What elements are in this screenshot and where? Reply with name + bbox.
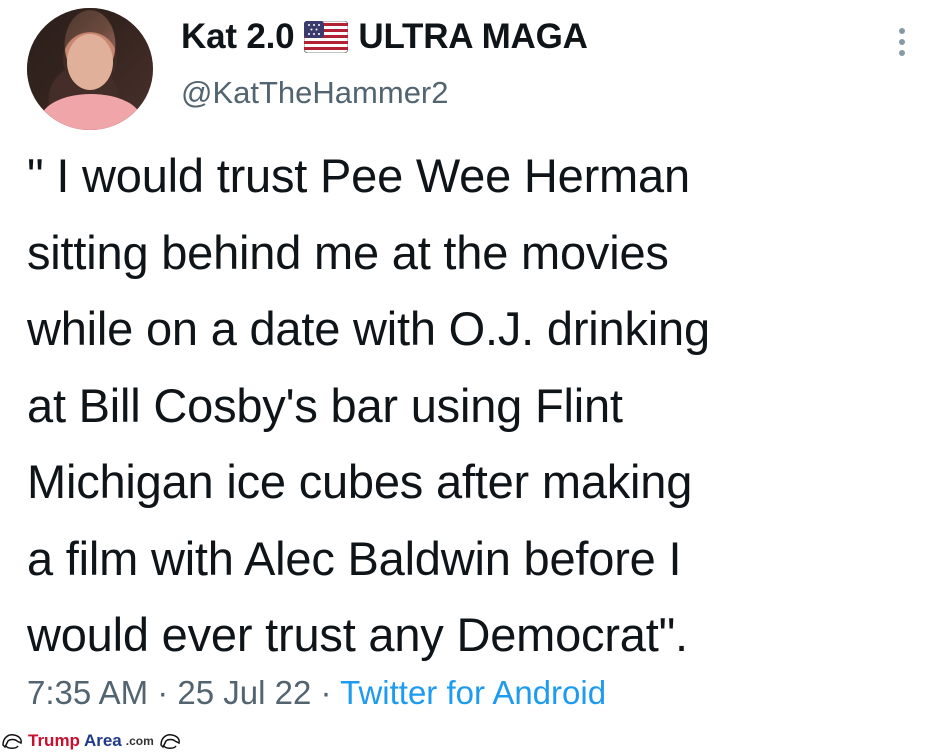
tweet-meta: 7:35 AM · 25 Jul 22 · Twitter for Androi… bbox=[27, 674, 606, 712]
trump-hair-icon bbox=[2, 734, 22, 749]
profile-avatar[interactable] bbox=[27, 8, 153, 130]
meta-separator: · bbox=[157, 674, 169, 711]
trump-hair-icon bbox=[160, 734, 180, 749]
watermark-part1: Trump bbox=[28, 731, 80, 750]
watermark: Trump Area .com bbox=[0, 727, 182, 755]
us-flag-icon bbox=[304, 21, 349, 53]
avatar-face bbox=[67, 34, 113, 90]
watermark-suffix: .com bbox=[125, 734, 154, 748]
dot bbox=[899, 28, 905, 34]
display-name[interactable]: Kat 2.0 bbox=[181, 17, 295, 57]
tweet-text: " I would trust Pee Wee Herman sitting b… bbox=[27, 149, 710, 661]
tweet-date[interactable]: 25 Jul 22 bbox=[177, 674, 311, 711]
display-name-suffix[interactable]: ULTRA MAGA bbox=[358, 17, 588, 57]
dot bbox=[899, 39, 905, 45]
dot bbox=[899, 50, 905, 56]
display-name-row[interactable]: Kat 2.0 ULTRA MAGA bbox=[181, 17, 588, 57]
meta-separator: · bbox=[320, 674, 332, 711]
watermark-part2: Area bbox=[83, 731, 122, 750]
tweet-source-link[interactable]: Twitter for Android bbox=[340, 674, 606, 711]
user-handle[interactable]: @KatTheHammer2 bbox=[181, 75, 449, 111]
more-options-icon[interactable] bbox=[892, 24, 912, 60]
tweet-time[interactable]: 7:35 AM bbox=[27, 674, 148, 711]
